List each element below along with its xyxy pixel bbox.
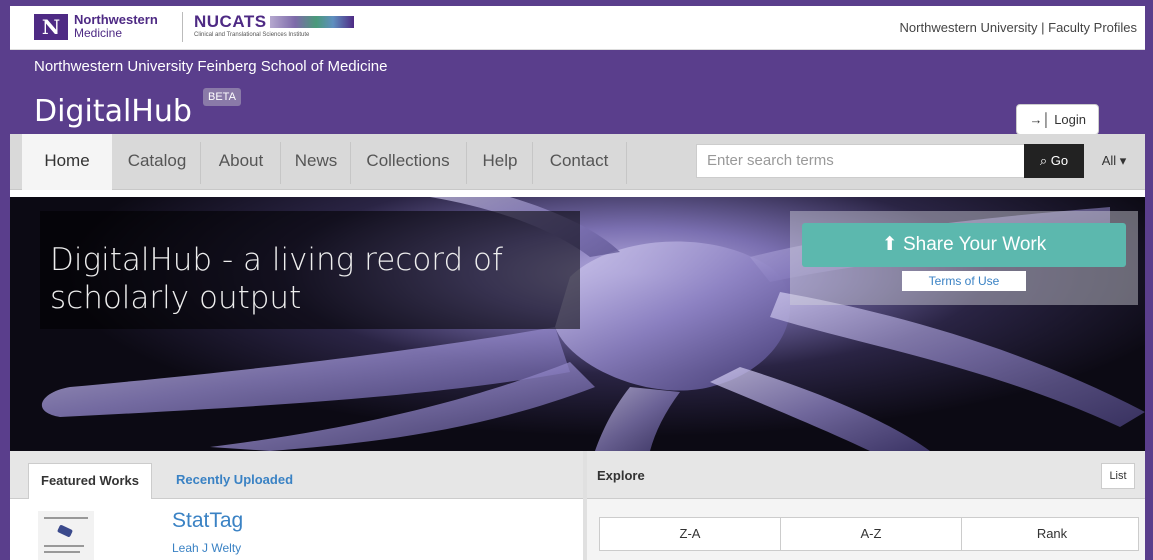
work-title-link[interactable]: StatTag — [172, 509, 243, 533]
hero-headline-box: DigitalHub - a living record of scholarl… — [40, 211, 580, 329]
nav-item-about[interactable]: About — [202, 134, 280, 190]
main-nav: Home Catalog About News Collections Help… — [10, 134, 1145, 190]
search-go-button[interactable]: ⌕ Go — [1024, 144, 1084, 178]
tab-recently-uploaded[interactable]: Recently Uploaded — [164, 463, 305, 499]
nav-separator — [200, 142, 201, 184]
thumb-line — [44, 545, 84, 547]
nav-item-catalog[interactable]: Catalog — [114, 134, 200, 190]
thumb-graphic — [56, 524, 74, 538]
top-right-links[interactable]: Northwestern University | Faculty Profil… — [900, 20, 1137, 35]
nav-separator — [626, 142, 627, 184]
caret-down-icon: ▾ — [1119, 153, 1127, 168]
thumb-line — [44, 551, 80, 553]
nav-separator — [280, 142, 281, 184]
tab-featured-works[interactable]: Featured Works — [28, 463, 153, 499]
window-frame-right — [1145, 0, 1153, 560]
nucats-logo[interactable]: NUCATS Clinical and Translational Scienc… — [194, 12, 354, 44]
hero-banner: DigitalHub - a living record of scholarl… — [10, 197, 1145, 451]
search-input[interactable]: Enter search terms — [696, 144, 1026, 178]
work-thumbnail[interactable] — [38, 511, 94, 560]
nav-separator — [532, 142, 533, 184]
nucats-title: NUCATS — [194, 12, 267, 31]
nucats-subtitle: Clinical and Translational Sciences Inst… — [194, 32, 310, 38]
featured-tabs: Featured Works Recently Uploaded — [10, 451, 583, 499]
search-scope-label: All — [1101, 153, 1117, 168]
work-author-link[interactable]: Leah J Welty — [172, 541, 241, 555]
search-scope-dropdown[interactable]: All ▾ — [1088, 144, 1140, 178]
nm-logo-mark: N — [34, 14, 68, 40]
nm-logo-line2: Medicine — [74, 26, 123, 40]
login-button[interactable]: →│ Login — [1016, 104, 1099, 135]
sort-a-z-button[interactable]: A-Z — [781, 518, 961, 550]
logo-divider — [182, 12, 183, 42]
sort-button-group: Z-A A-Z Rank — [599, 517, 1139, 551]
share-panel: ⬆ Share Your Work Terms of Use — [790, 211, 1138, 305]
explore-panel: Explore List Z-A A-Z Rank — [583, 451, 1145, 560]
search-go-label: Go — [1050, 153, 1069, 168]
search-icon: ⌕ — [1039, 153, 1048, 168]
nav-item-collections[interactable]: Collections — [352, 134, 464, 190]
nm-logo-line1: Northwestern — [74, 12, 158, 27]
site-title[interactable]: DigitalHub — [34, 94, 192, 129]
nav-item-contact[interactable]: Contact — [534, 134, 624, 190]
explore-header: Explore List — [587, 451, 1145, 499]
nav-item-home[interactable]: Home — [22, 134, 112, 190]
nav-separator — [350, 142, 351, 184]
northwestern-medicine-logo[interactable]: N Northwestern Medicine — [34, 12, 174, 44]
nav-item-help[interactable]: Help — [468, 134, 532, 190]
terms-of-use-link[interactable]: Terms of Use — [902, 271, 1026, 291]
sort-z-a-button[interactable]: Z-A — [600, 518, 780, 550]
school-name: Northwestern University Feinberg School … — [34, 58, 388, 75]
upload-icon: ⬆ — [881, 234, 898, 255]
site-header: Northwestern University Feinberg School … — [10, 50, 1145, 135]
explore-title: Explore — [597, 468, 645, 483]
nav-separator — [466, 142, 467, 184]
featured-panel: Featured Works Recently Uploaded StatTag… — [10, 451, 583, 560]
beta-badge: BETA — [203, 88, 241, 106]
sort-rank-button[interactable]: Rank — [962, 518, 1142, 550]
hero-headline: DigitalHub - a living record of scholarl… — [50, 242, 503, 316]
share-your-work-button[interactable]: ⬆ Share Your Work — [802, 223, 1126, 267]
list-view-button[interactable]: List — [1101, 463, 1135, 489]
thumb-line — [44, 517, 88, 519]
nucats-color-bar — [270, 16, 354, 28]
top-logo-bar: N Northwestern Medicine NUCATS Clinical … — [10, 6, 1145, 50]
login-icon: →│ — [1029, 112, 1051, 127]
nav-item-news[interactable]: News — [282, 134, 350, 190]
window-frame-left — [0, 0, 10, 560]
share-label: Share Your Work — [902, 234, 1047, 255]
login-label: Login — [1054, 112, 1086, 127]
